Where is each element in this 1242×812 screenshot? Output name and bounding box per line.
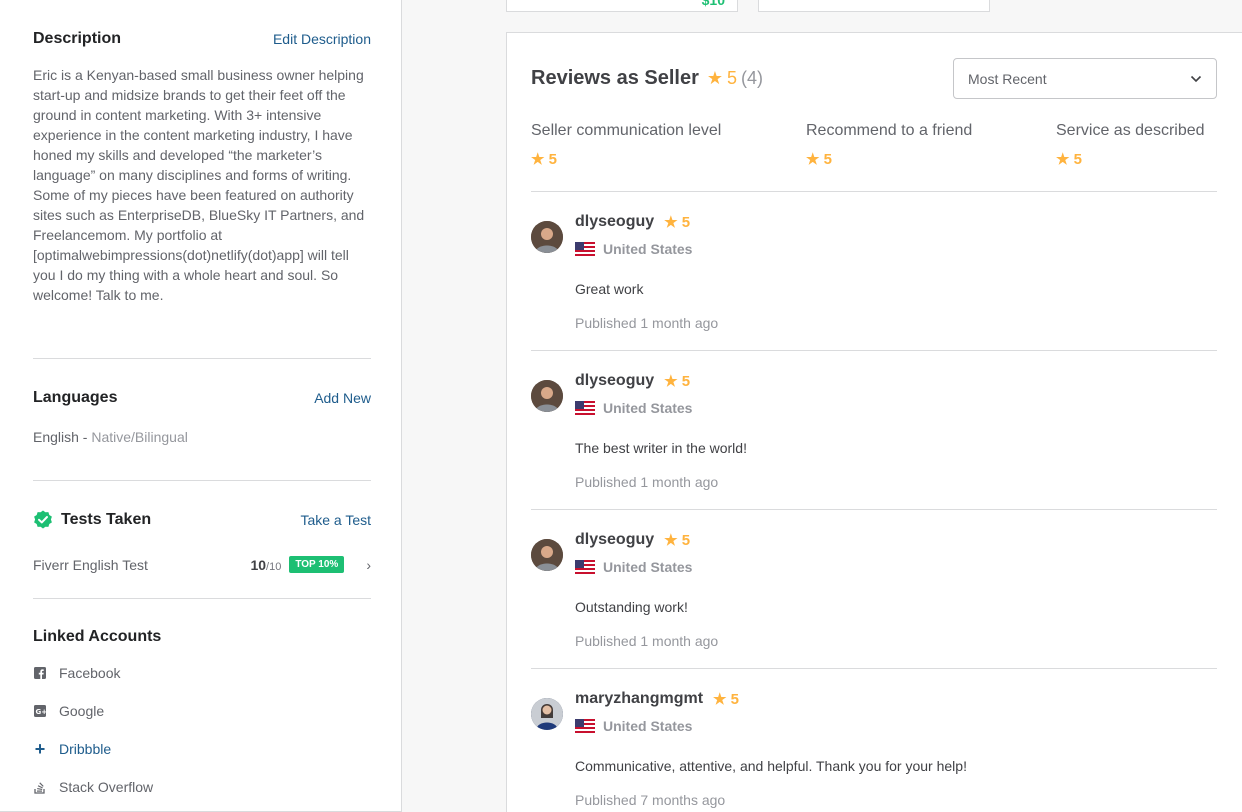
metric-service: Service as described ★ 5 (1056, 122, 1205, 168)
description-title: Description (33, 30, 122, 47)
sort-selected-value: Most Recent (968, 70, 1047, 87)
reviewer-username[interactable]: maryzhangmgmt (575, 690, 703, 708)
plus-icon: + (34, 738, 46, 759)
take-test-link[interactable]: Take a Test (300, 512, 371, 528)
languages-section: Languages Add New English - Native/Bilin… (33, 389, 371, 445)
review-date: Published 1 month ago (575, 315, 719, 331)
metric-value: ★ 5 (806, 151, 832, 168)
linked-account-label: Google (59, 703, 105, 719)
linked-account-label: Dribbble (59, 741, 112, 757)
svg-text:G+: G+ (36, 708, 47, 716)
review-rating: ★ 5 (713, 691, 739, 708)
review-divider (531, 350, 1217, 351)
linked-account-dribbble[interactable]: + Dribbble (33, 730, 371, 768)
verified-check-icon (34, 510, 52, 529)
reviews-title: Reviews as Seller (531, 67, 699, 89)
review-date: Published 1 month ago (575, 474, 719, 490)
profile-sidebar-card: Description Edit Description Eric is a K… (0, 0, 402, 812)
metric-communication: Seller communication level ★ 5 (531, 122, 721, 168)
reviewer-country: United States (575, 400, 1215, 416)
reviews-count: (4) (741, 68, 764, 88)
facebook-icon (33, 666, 47, 680)
test-name: Fiverr English Test (33, 556, 148, 573)
test-item[interactable]: Fiverr English Test 10/10 TOP 10% › (33, 556, 371, 573)
price-value: $10 (701, 0, 725, 8)
review-date: Published 7 months ago (575, 792, 726, 808)
description-section: Description Edit Description Eric is a K… (33, 30, 371, 305)
linked-accounts-title: Linked Accounts (33, 628, 162, 645)
star-icon: ★ (664, 214, 678, 231)
metric-recommend: Recommend to a friend ★ 5 (806, 122, 972, 168)
us-flag-icon (575, 242, 595, 256)
stats-card-stub: $10 (506, 0, 738, 12)
languages-title: Languages (33, 389, 118, 406)
linked-account-google[interactable]: G+ Google (33, 692, 371, 730)
tests-title: Tests Taken (61, 511, 152, 528)
google-plus-icon: G+ (33, 704, 47, 718)
review-text: The best writer in the world! (575, 440, 747, 456)
linked-account-stackoverflow[interactable]: Stack Overflow (33, 768, 371, 806)
reviewer-username[interactable]: dlyseoguy (575, 531, 654, 549)
test-score: 10/10 (250, 556, 282, 573)
metric-label: Recommend to a friend (806, 122, 973, 139)
us-flag-icon (575, 560, 595, 574)
review-text: Communicative, attentive, and helpful. T… (575, 758, 967, 774)
language-name: English - (33, 429, 92, 445)
top-percent-badge: TOP 10% (289, 556, 345, 573)
language-item: English - Native/Bilingual (33, 429, 371, 445)
tests-heading: Tests Taken (33, 510, 151, 530)
avatar[interactable] (531, 539, 563, 571)
avatar[interactable] (531, 380, 563, 412)
reviewer-country: United States (575, 718, 1215, 734)
reviewer-username[interactable]: dlyseoguy (575, 372, 654, 390)
us-flag-icon (575, 401, 595, 415)
add-language-link[interactable]: Add New (314, 390, 371, 406)
reviewer-country: United States (575, 241, 1215, 257)
review-text: Great work (575, 281, 644, 297)
linked-accounts-section: Linked Accounts Facebook G+ Google + Dri… (33, 628, 371, 806)
metric-label: Seller communication level (531, 122, 722, 139)
avatar[interactable] (531, 221, 563, 253)
reviews-card: Reviews as Seller ★ 5 (4) Most Recent Se… (506, 32, 1242, 812)
language-level: Native/Bilingual (91, 429, 188, 445)
reviewer-username[interactable]: dlyseoguy (575, 213, 654, 231)
review-divider (531, 668, 1217, 669)
stackoverflow-icon (33, 780, 47, 794)
metric-label: Service as described (1056, 122, 1205, 139)
review-divider (531, 191, 1217, 192)
edit-description-link[interactable]: Edit Description (273, 31, 371, 47)
us-flag-icon (575, 719, 595, 733)
section-divider (33, 598, 371, 599)
review-rating: ★ 5 (664, 532, 691, 549)
review-divider (531, 509, 1217, 510)
metric-value: ★ 5 (531, 151, 557, 168)
chevron-right-icon[interactable]: › (366, 557, 371, 573)
reviews-score: 5 (727, 68, 738, 88)
star-icon: ★ (806, 151, 820, 168)
review-text: Outstanding work! (575, 599, 688, 615)
star-icon: ★ (664, 373, 678, 390)
section-divider (33, 480, 371, 481)
tests-section: Tests Taken Take a Test Fiverr English T… (33, 510, 371, 573)
star-icon: ★ (706, 68, 724, 88)
chevron-down-icon (1190, 75, 1202, 82)
review-rating: ★ 5 (664, 214, 691, 231)
avatar[interactable] (531, 698, 563, 730)
star-icon: ★ (531, 151, 545, 168)
star-icon: ★ (713, 691, 727, 708)
stats-card-stub (758, 0, 990, 12)
linked-account-facebook[interactable]: Facebook (33, 654, 371, 692)
linked-account-label: Facebook (59, 665, 121, 681)
description-text: Eric is a Kenyan-based small business ow… (33, 67, 365, 303)
reviews-header: Reviews as Seller ★ 5 (4) (531, 67, 763, 90)
linked-account-label: Stack Overflow (59, 779, 154, 795)
metric-value: ★ 5 (1056, 151, 1082, 168)
review-rating: ★ 5 (664, 373, 691, 390)
star-icon: ★ (664, 532, 678, 549)
reviewer-country: United States (575, 559, 1215, 575)
review-date: Published 1 month ago (575, 633, 719, 649)
sort-reviews-select[interactable]: Most Recent (953, 58, 1217, 99)
section-divider (33, 358, 371, 359)
star-icon: ★ (1056, 151, 1070, 168)
